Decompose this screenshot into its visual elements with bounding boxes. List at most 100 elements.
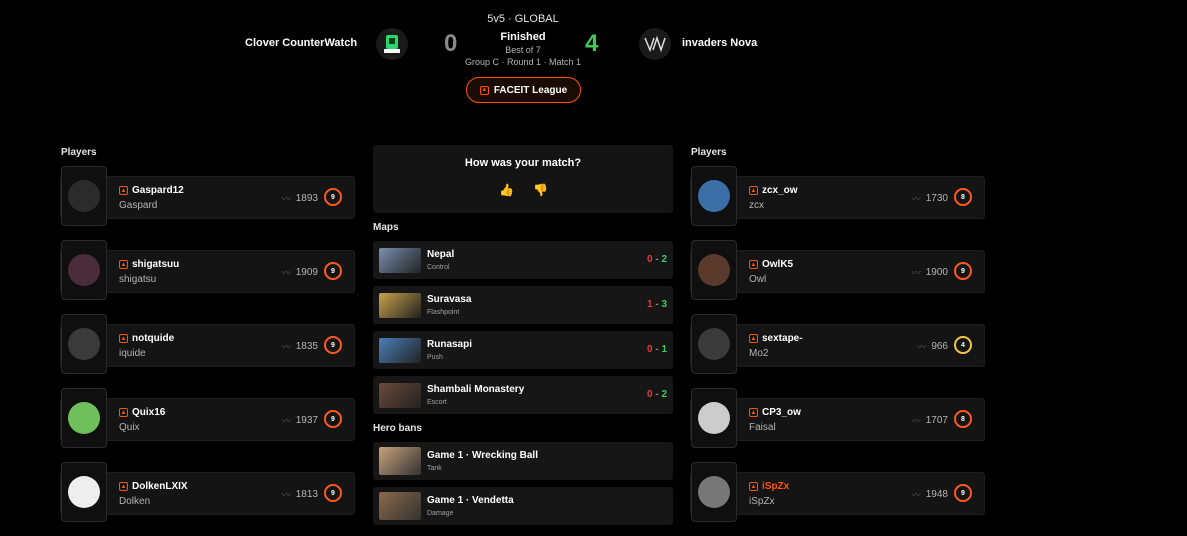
map-score: 0 - 2 (647, 389, 667, 400)
map-name: Runasapi (427, 339, 473, 350)
player-realname: iquide (119, 348, 146, 359)
player-realname: Owl (749, 274, 767, 285)
elo-value: 1900 (925, 267, 948, 278)
left-player-avatar[interactable] (61, 240, 107, 300)
player-elo: 〰 966 (917, 340, 948, 353)
player-name: ▲ shigatsuu (119, 259, 179, 270)
map-row[interactable]: Shambali Monastery Escort 0 - 2 (373, 376, 673, 414)
hero-portrait (379, 447, 421, 475)
faceit-icon: ▲ (119, 186, 128, 195)
avatar-image (698, 180, 730, 212)
player-nickname: sextape- (762, 333, 803, 344)
skill-level-badge: 4 (954, 336, 972, 354)
trend-icon: 〰 (281, 194, 291, 204)
map-score-right: 2 (661, 389, 667, 400)
player-realname: Faisal (749, 422, 776, 433)
player-elo: 〰 1813 (282, 488, 318, 501)
invaders-logo-icon (644, 35, 666, 53)
elo-value: 1909 (295, 267, 318, 278)
league-button[interactable]: ▲ FACEIT League (466, 77, 581, 103)
skill-level-badge: 9 (324, 410, 342, 428)
faceit-icon: ▲ (749, 482, 758, 491)
hero-ban-name: Game 1 · Vendetta (427, 495, 514, 506)
elo-value: 1893 (295, 193, 318, 204)
player-elo: 〰 1730 (912, 192, 948, 205)
map-row[interactable]: Runasapi Push 0 - 1 (373, 331, 673, 369)
avatar-image (68, 180, 100, 212)
elo-value: 1937 (295, 415, 318, 426)
map-row[interactable]: Suravasa Flashpoint 1 - 3 (373, 286, 673, 324)
avatar-image (68, 328, 100, 360)
avatar-image (698, 402, 730, 434)
left-player-avatar[interactable] (61, 388, 107, 448)
map-thumbnail (379, 383, 421, 408)
team-left-logo[interactable] (376, 28, 408, 60)
faceit-icon: ▲ (749, 334, 758, 343)
hero-portrait (379, 492, 421, 520)
right-player-avatar[interactable] (691, 462, 737, 522)
player-realname: Dolken (119, 496, 151, 507)
player-nickname: Gaspard12 (132, 185, 184, 196)
skill-level-badge: 9 (954, 262, 972, 280)
map-thumbnail (379, 338, 421, 363)
trend-icon: 〰 (911, 490, 921, 500)
right-player-avatar[interactable] (691, 166, 737, 226)
left-player-avatar[interactable] (61, 462, 107, 522)
map-row[interactable]: Nepal Control 0 - 2 (373, 241, 673, 279)
left-player-avatar[interactable] (61, 314, 107, 374)
elo-value: 1948 (925, 489, 948, 500)
avatar-image (68, 254, 100, 286)
player-nickname: OwlK5 (762, 259, 794, 270)
team-left-name[interactable]: Clover CounterWatch (245, 37, 357, 49)
right-player-avatar[interactable] (691, 314, 737, 374)
trend-icon: 〰 (281, 342, 291, 352)
player-name: ▲ CP3_ow (749, 407, 801, 418)
avatar-image (698, 476, 730, 508)
faceit-icon: ▲ (119, 482, 128, 491)
hero-ban-row[interactable]: Game 1 · Wrecking Ball Tank (373, 442, 673, 480)
player-name: ▲ iSpZx (749, 481, 789, 492)
match-feedback: How was your match? 👍 👎 (373, 145, 673, 213)
league-label: FACEIT League (493, 84, 568, 96)
trend-icon: 〰 (281, 490, 291, 500)
skill-level-badge: 9 (324, 188, 342, 206)
clover-logo-icon (384, 35, 400, 53)
hero-ban-row[interactable]: Game 1 · Vendetta Damage (373, 487, 673, 525)
elo-value: 1813 (295, 489, 318, 500)
map-score: 0 - 2 (647, 254, 667, 265)
left-players-title: Players (61, 147, 97, 158)
player-realname: iSpZx (749, 496, 775, 507)
map-score-right: 1 (661, 344, 667, 355)
match-mode: 5v5 · GLOBAL (487, 13, 559, 25)
hero-role: Damage (427, 510, 454, 517)
elo-value: 966 (931, 341, 948, 352)
map-type: Flashpoint (427, 309, 460, 316)
player-nickname: Quix16 (132, 407, 166, 418)
trend-icon: 〰 (281, 268, 291, 278)
player-nickname: zcx_ow (762, 185, 798, 196)
thumbs-down-icon[interactable]: 👎 (533, 183, 548, 197)
player-nickname: shigatsuu (132, 259, 180, 270)
team-right-name[interactable]: invaders Nova (682, 37, 757, 49)
avatar-image (68, 476, 100, 508)
right-player-avatar[interactable] (691, 240, 737, 300)
avatar-image (68, 402, 100, 434)
player-elo: 〰 1937 (282, 414, 318, 427)
trend-icon: 〰 (281, 416, 291, 426)
player-name: ▲ OwlK5 (749, 259, 793, 270)
feedback-question: How was your match? (464, 157, 582, 169)
trend-icon: 〰 (917, 342, 927, 352)
player-realname: Mo2 (749, 348, 769, 359)
player-name: ▲ DolkenLXIX (119, 481, 188, 492)
team-right-logo[interactable] (639, 28, 671, 60)
player-elo: 〰 1835 (282, 340, 318, 353)
map-score: 0 - 1 (647, 344, 667, 355)
map-score-right: 3 (661, 299, 667, 310)
left-player-avatar[interactable] (61, 166, 107, 226)
player-name: ▲ Gaspard12 (119, 185, 184, 196)
map-type: Control (427, 264, 450, 271)
elo-value: 1730 (925, 193, 948, 204)
thumbs-up-icon[interactable]: 👍 (499, 183, 514, 197)
right-player-avatar[interactable] (691, 388, 737, 448)
skill-level-badge: 8 (954, 410, 972, 428)
